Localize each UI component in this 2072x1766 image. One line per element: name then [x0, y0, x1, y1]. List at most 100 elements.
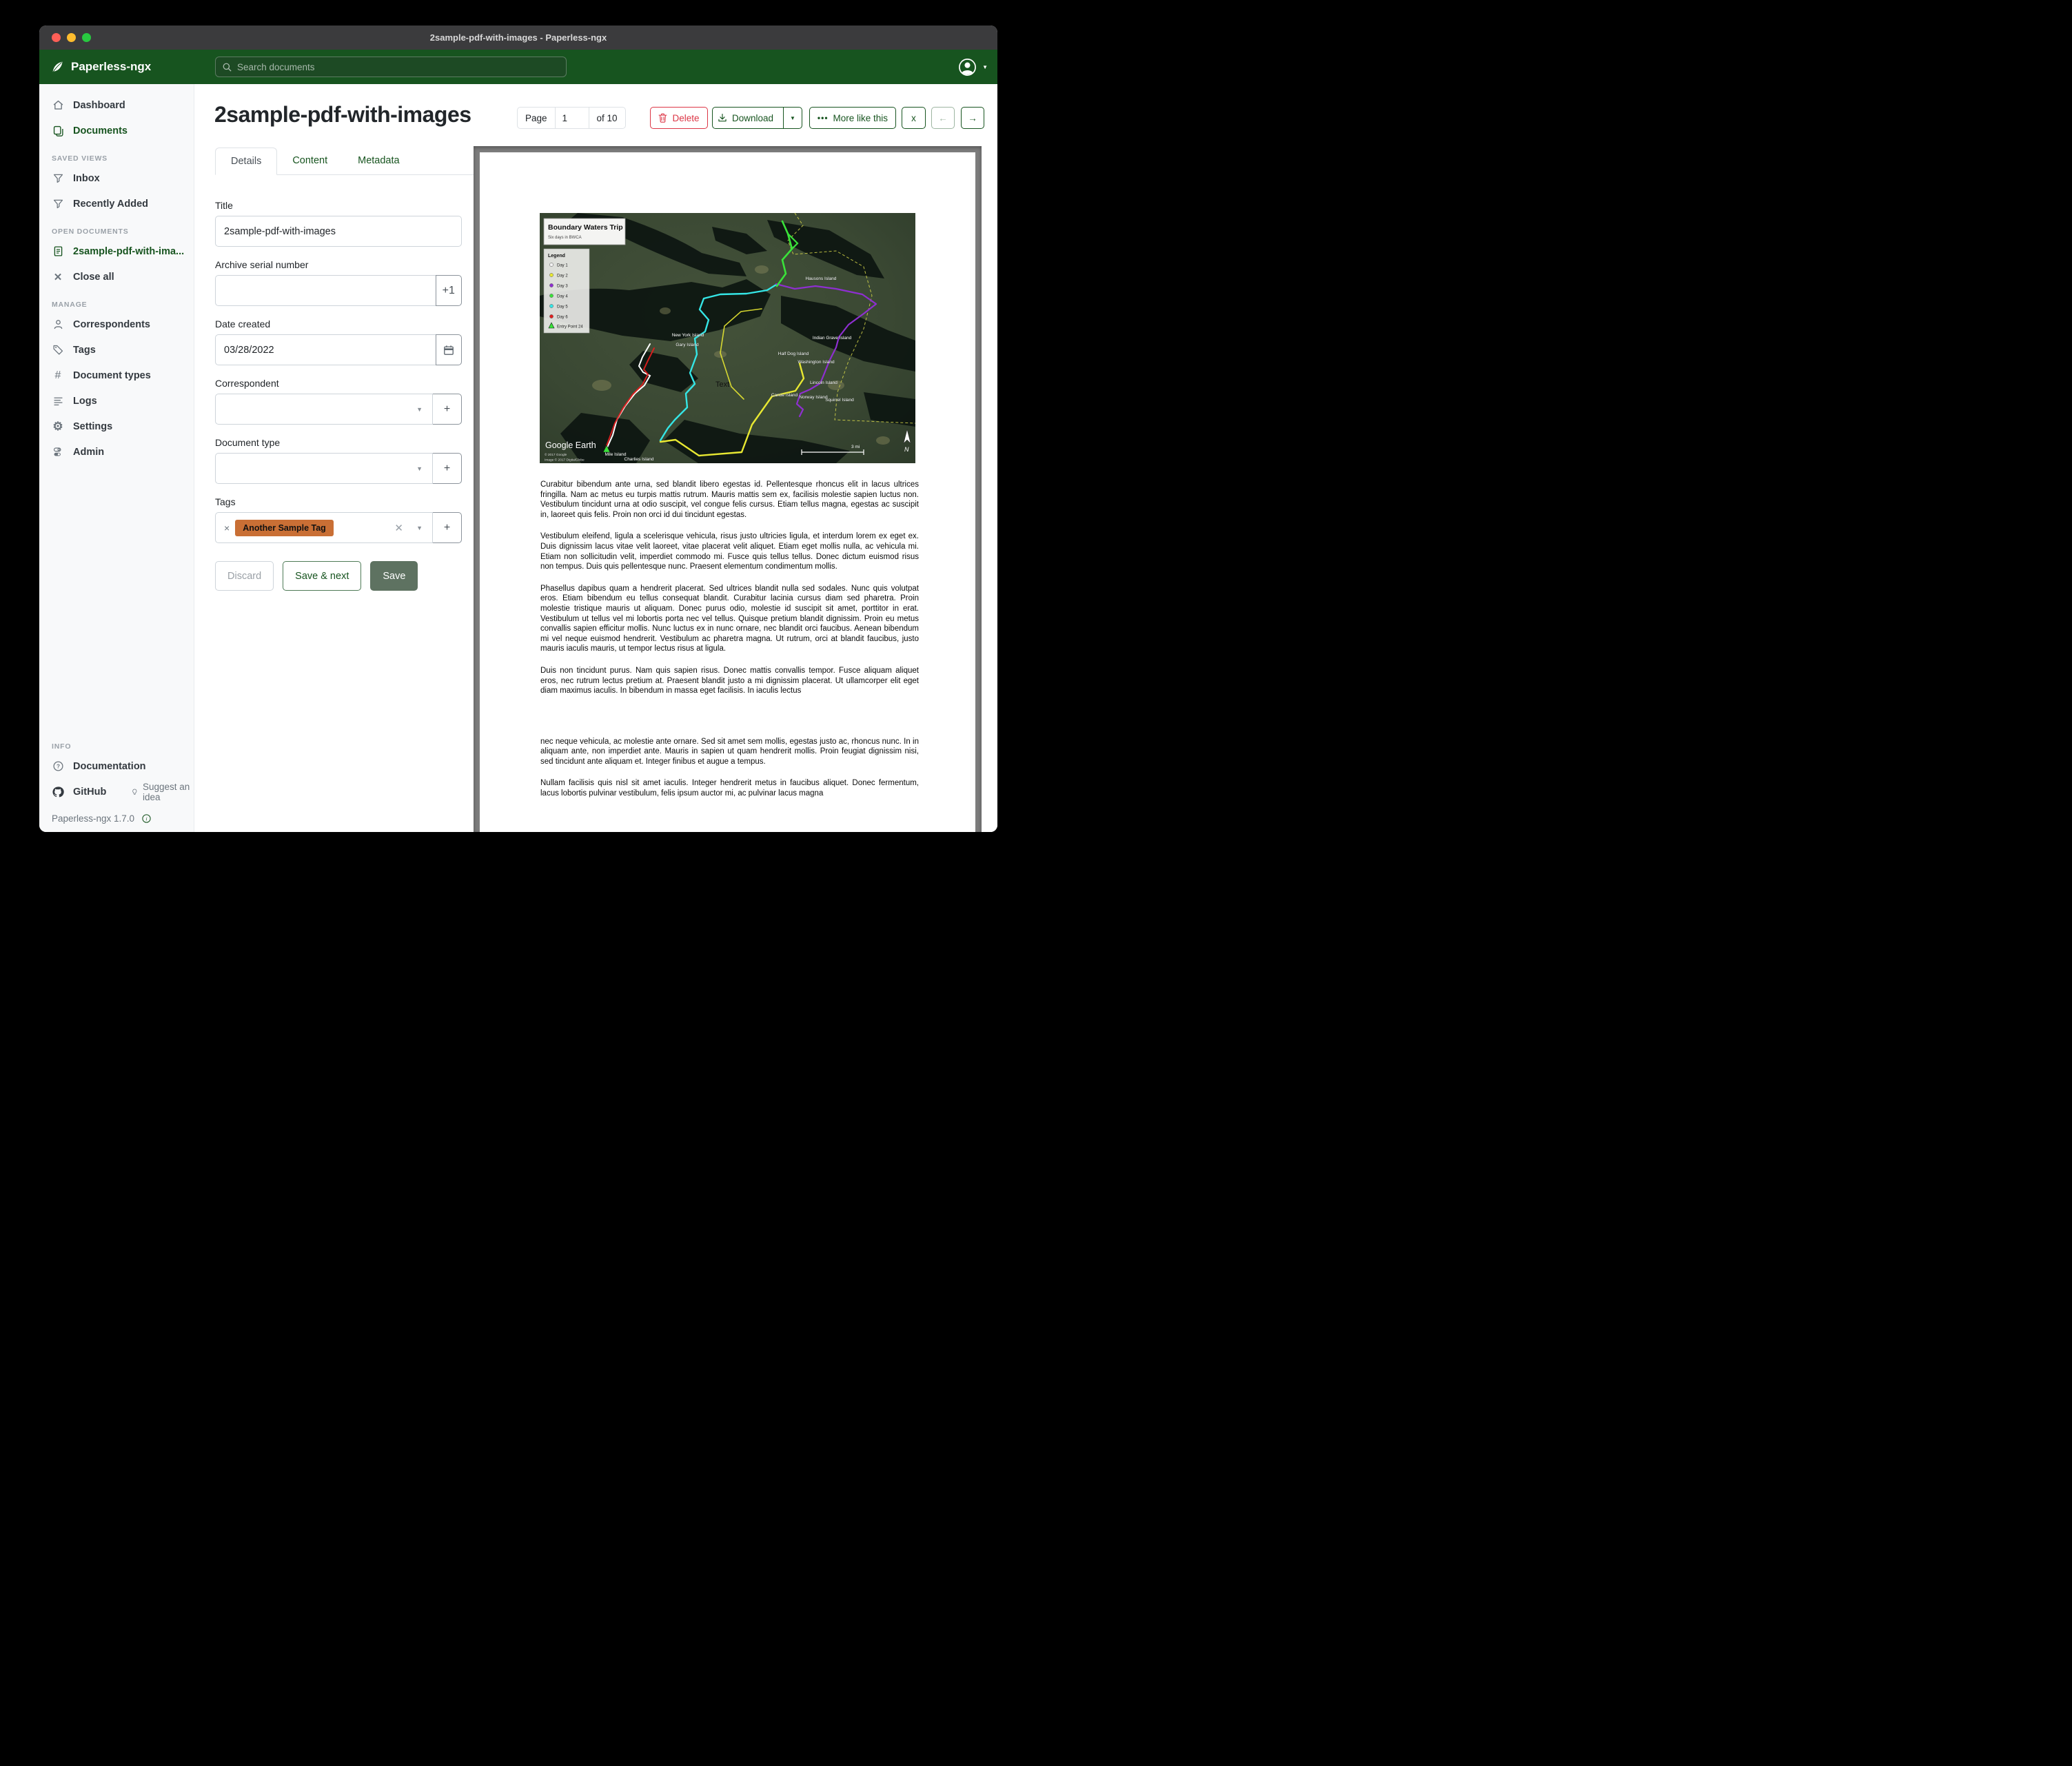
- tab-metadata[interactable]: Metadata: [343, 148, 414, 174]
- download-split-button: Download ▼: [712, 107, 802, 129]
- close-document-button[interactable]: x: [902, 107, 926, 129]
- remove-tag-icon[interactable]: ×: [224, 522, 230, 534]
- save-next-button[interactable]: Save & next: [283, 561, 361, 591]
- calendar-button[interactable]: [436, 334, 462, 365]
- avatar-icon: [958, 58, 977, 77]
- legend-title: Legend: [548, 254, 565, 258]
- map-subtitle: Six days in BWCA: [548, 236, 582, 240]
- search-bar[interactable]: [215, 57, 567, 77]
- arrow-left-icon: ←: [938, 113, 948, 123]
- manage-header: MANAGE: [52, 301, 181, 309]
- map-copyright: © 2017 Google: [545, 452, 567, 457]
- correspondent-select[interactable]: ▼: [215, 394, 433, 425]
- sidebar-item-admin[interactable]: Admin: [39, 439, 194, 465]
- paragraph: Vestibulum eleifend, ligula a scelerisqu…: [540, 531, 919, 571]
- sidebar-item-inbox[interactable]: Inbox: [39, 165, 194, 191]
- save-button[interactable]: Save: [370, 561, 418, 591]
- tab-content[interactable]: Content: [277, 148, 343, 174]
- close-window-button[interactable]: [52, 33, 61, 42]
- paragraph: Nullam facilisis quis nisl sit amet iacu…: [540, 778, 919, 798]
- document-type-select[interactable]: ▼: [215, 453, 433, 484]
- sidebar: Dashboard Documents SAVED VIEWS Inbox Re: [39, 84, 194, 832]
- title-input[interactable]: [215, 216, 462, 247]
- correspondent-label: Correspondent: [215, 378, 462, 389]
- sidebar-item-github[interactable]: GitHub: [39, 779, 119, 804]
- previous-document-button[interactable]: ←: [931, 107, 955, 129]
- save-label: Save: [383, 571, 405, 582]
- map-figure: Hausons Island New York Island Gary Isla…: [540, 213, 915, 463]
- sidebar-item-recently-added[interactable]: Recently Added: [39, 191, 194, 216]
- download-button[interactable]: Download: [713, 108, 778, 128]
- page-navigator: Page of 10: [517, 107, 626, 129]
- tag-icon: [52, 344, 64, 356]
- documents-icon: [52, 125, 64, 137]
- asn-input[interactable]: [215, 275, 436, 306]
- sidebar-item-close-all[interactable]: ✕ Close all: [39, 264, 194, 290]
- next-document-button[interactable]: →: [961, 107, 984, 129]
- minimize-window-button[interactable]: [67, 33, 76, 42]
- map-label: Charlies Island: [624, 457, 654, 462]
- sidebar-item-logs[interactable]: Logs: [39, 388, 194, 414]
- tab-details[interactable]: Details: [215, 148, 277, 175]
- sidebar-item-label: Documentation: [73, 761, 146, 772]
- brand[interactable]: Paperless-ngx: [50, 60, 151, 74]
- page-number-input[interactable]: [556, 108, 589, 128]
- sidebar-item-document-types[interactable]: # Document types: [39, 363, 194, 388]
- delete-button[interactable]: Delete: [650, 107, 708, 129]
- zoom-window-button[interactable]: [82, 33, 91, 42]
- page-label: Page: [518, 108, 556, 128]
- discard-button[interactable]: Discard: [215, 561, 274, 591]
- detail-tabs: Details Content Metadata: [215, 148, 485, 175]
- legend-label: Day 2: [557, 274, 568, 278]
- caret-down-icon: ▼: [416, 406, 423, 413]
- more-like-this-button[interactable]: ••• More like this: [809, 107, 896, 129]
- leaf-logo-icon: [50, 60, 65, 74]
- date-created-input[interactable]: [215, 334, 436, 365]
- gear-icon: ⚙: [52, 420, 64, 433]
- map-label: Mile Island: [605, 452, 626, 457]
- sidebar-item-open-document[interactable]: 2sample-pdf-with-ima...: [39, 238, 194, 264]
- arrow-right-icon: →: [968, 113, 977, 123]
- caret-down-icon: ▼: [416, 465, 423, 472]
- tags-select[interactable]: × Another Sample Tag ✕ ▼: [215, 512, 433, 543]
- sidebar-item-suggest-idea[interactable]: Suggest an idea: [131, 782, 194, 802]
- add-tag-button[interactable]: +: [432, 512, 462, 543]
- filter-icon: [52, 172, 64, 185]
- sidebar-item-label: Recently Added: [73, 199, 148, 210]
- download-icon: [718, 113, 727, 123]
- legend-label: Day 5: [557, 305, 568, 309]
- pdf-viewer[interactable]: Hausons Island New York Island Gary Isla…: [474, 146, 982, 832]
- user-menu[interactable]: ▼: [958, 58, 988, 77]
- paragraph: Curabitur bibendum ante urna, sed blandi…: [540, 480, 919, 520]
- map-title-box: Boundary Waters Trip Six days in BWCA: [544, 219, 625, 245]
- map-label: Half Dog Island: [778, 352, 809, 356]
- sidebar-item-dashboard[interactable]: Dashboard: [39, 92, 194, 118]
- legend-label: Day 3: [557, 285, 568, 289]
- sidebar-item-documents[interactable]: Documents: [39, 118, 194, 143]
- sidebar-item-documentation[interactable]: ? Documentation: [39, 753, 194, 779]
- sidebar-item-correspondents[interactable]: Correspondents: [39, 312, 194, 337]
- map-legend: Legend Day 1 Day 2 Day 3 Day 4 Day: [544, 249, 589, 333]
- page-count-label: of 10: [589, 108, 625, 128]
- sidebar-item-label: Documents: [73, 125, 128, 136]
- sidebar-item-settings[interactable]: ⚙ Settings: [39, 414, 194, 439]
- list-lines-icon: [52, 395, 64, 407]
- sidebar-item-tags[interactable]: Tags: [39, 337, 194, 363]
- info-icon[interactable]: i: [141, 813, 152, 824]
- clear-tags-icon[interactable]: ✕: [394, 522, 403, 534]
- add-correspondent-button[interactable]: +: [432, 394, 462, 425]
- map-copyright2: Image © 2017 DigitalGlobe: [545, 458, 585, 463]
- paragraph: Duis non tincidunt purus. Nam quis sapie…: [540, 666, 919, 696]
- app-header: Paperless-ngx ▼: [39, 50, 997, 84]
- search-input[interactable]: [237, 62, 560, 72]
- sidebar-item-label: Settings: [73, 421, 112, 432]
- svg-text:i: i: [146, 815, 148, 822]
- tag-chip[interactable]: Another Sample Tag: [235, 520, 334, 536]
- delete-label: Delete: [672, 113, 699, 123]
- filter-icon: [52, 198, 64, 210]
- home-icon: [52, 99, 64, 112]
- download-options-button[interactable]: ▼: [783, 108, 802, 128]
- add-document-type-button[interactable]: +: [432, 453, 462, 484]
- tags-label: Tags: [215, 496, 462, 507]
- asn-increment-button[interactable]: +1: [436, 275, 462, 306]
